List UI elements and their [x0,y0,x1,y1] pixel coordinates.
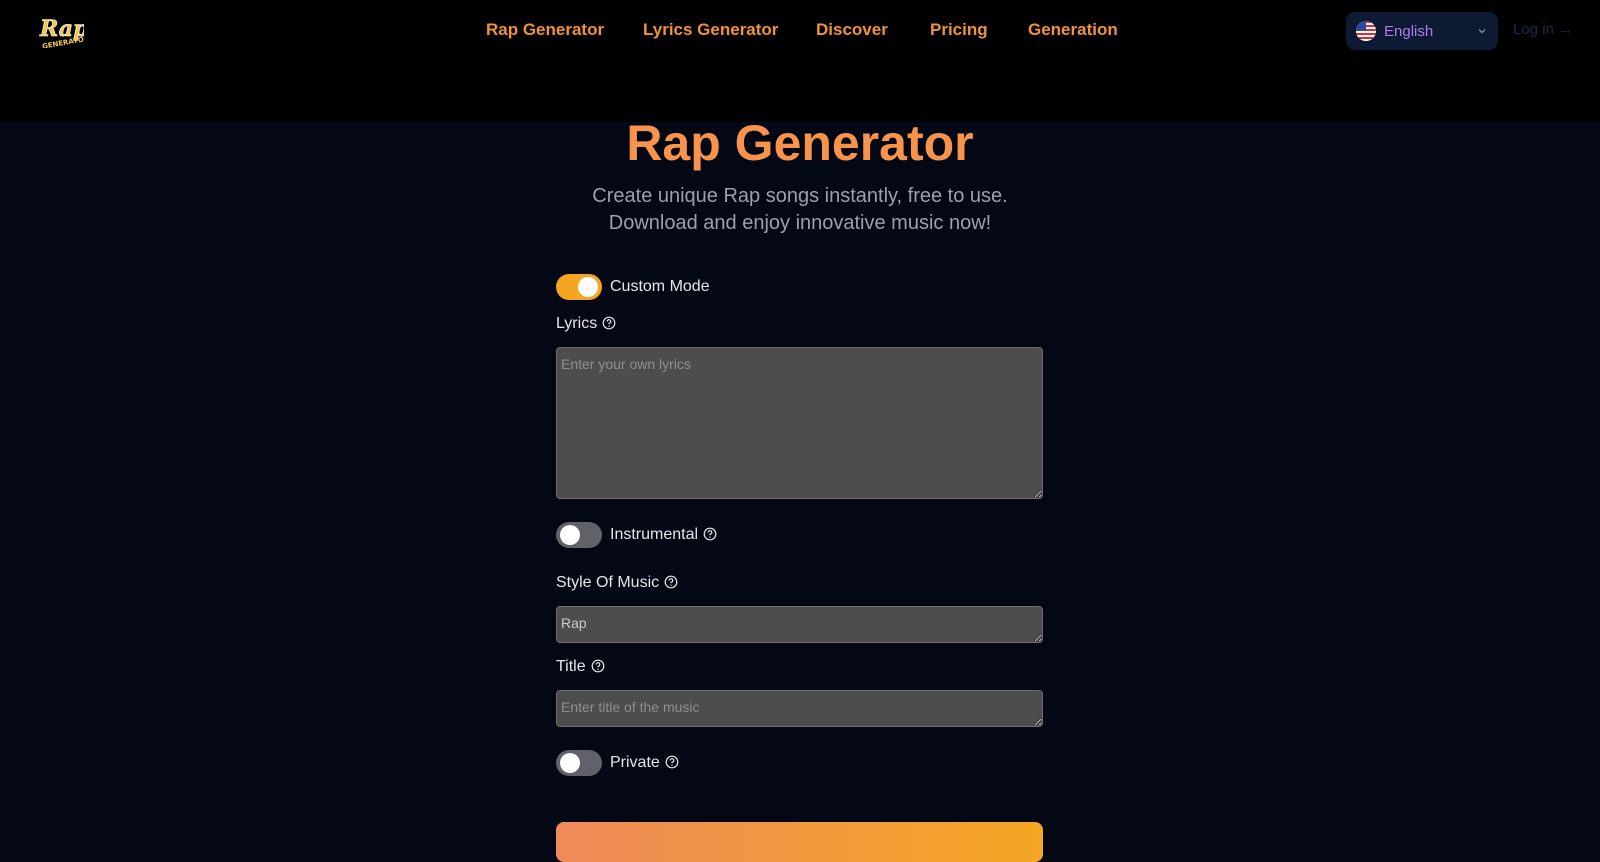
help-icon[interactable] [664,575,678,589]
subtitle-line-2: Download and enjoy innovative music now! [608,212,992,234]
private-label-row: Private [610,754,679,772]
help-icon[interactable] [703,527,717,541]
page-subtitle: Create unique Rap songs instantly, free … [500,183,1100,237]
title-label: Title [556,658,586,675]
toggle-knob [578,277,598,297]
lyrics-label: Lyrics [556,315,598,332]
toggle-knob [560,525,580,545]
nav-generation[interactable]: Generation [1028,20,1118,40]
help-icon[interactable] [602,316,616,330]
private-toggle[interactable] [556,750,602,776]
help-icon[interactable] [665,755,679,769]
instrumental-toggle[interactable] [556,522,602,548]
generate-button[interactable] [556,822,1043,862]
nav-lyrics-generator[interactable]: Lyrics Generator [643,20,778,40]
nav-pricing[interactable]: Pricing [930,20,988,40]
private-label: Private [610,754,660,771]
style-of-music-input[interactable]: Rap [556,606,1043,643]
toggle-knob [560,753,580,773]
title-input[interactable] [556,690,1043,727]
lyrics-input[interactable] [556,347,1043,499]
login-link[interactable]: Log in → [1513,21,1573,38]
chevron-down-icon [1478,29,1486,34]
title-label-row: Title [556,658,605,676]
page-title: Rap Generator [626,115,974,171]
nav-discover[interactable]: Discover [816,20,888,40]
instrumental-label-row: Instrumental [610,526,717,544]
help-icon[interactable] [591,659,605,673]
nav-rap-generator[interactable]: Rap Generator [486,20,604,40]
language-label: English [1384,22,1434,40]
style-label-row: Style Of Music [556,574,678,592]
instrumental-label: Instrumental [610,526,699,543]
custom-mode-label: Custom Mode [610,278,710,295]
lyrics-label-row: Lyrics [556,315,616,333]
style-label: Style Of Music [556,574,660,591]
us-flag-icon [1356,21,1376,41]
custom-mode-toggle[interactable] [556,274,602,300]
top-bar: Rap GENERATOR Rap Generator Lyrics Gener… [0,0,1600,122]
subtitle-line-1: Create unique Rap songs instantly, free … [592,185,1008,207]
language-selector[interactable]: English [1346,12,1498,50]
